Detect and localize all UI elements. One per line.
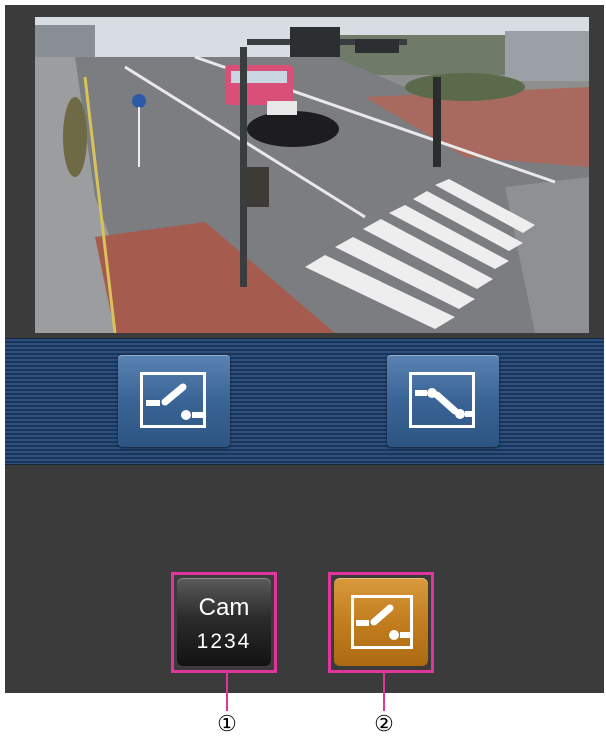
camera-select-button[interactable]: Cam 1234 <box>177 578 271 666</box>
preset-toolbar <box>5 338 604 465</box>
callout-leader-2 <box>383 673 385 711</box>
camera-video-feed[interactable] <box>35 17 589 333</box>
preset-favorite-button[interactable] <box>334 578 428 666</box>
callout-leader-1 <box>226 673 228 711</box>
callout-marker-1: ① <box>217 711 237 736</box>
phone-screen: Cam 1234 <box>5 5 604 693</box>
preset-switch-right-glyph <box>415 388 475 419</box>
street-scene-image <box>35 17 589 333</box>
preset-switch-left-glyph <box>146 383 204 420</box>
cam-button-numbers: 1234 <box>196 630 252 653</box>
cam-button-label: Cam <box>198 594 250 621</box>
preset-left-button[interactable] <box>118 355 230 447</box>
preset-right-button[interactable] <box>387 355 499 447</box>
callout-marker-2: ② <box>374 711 394 736</box>
preset-favorite-glyph <box>356 604 410 640</box>
